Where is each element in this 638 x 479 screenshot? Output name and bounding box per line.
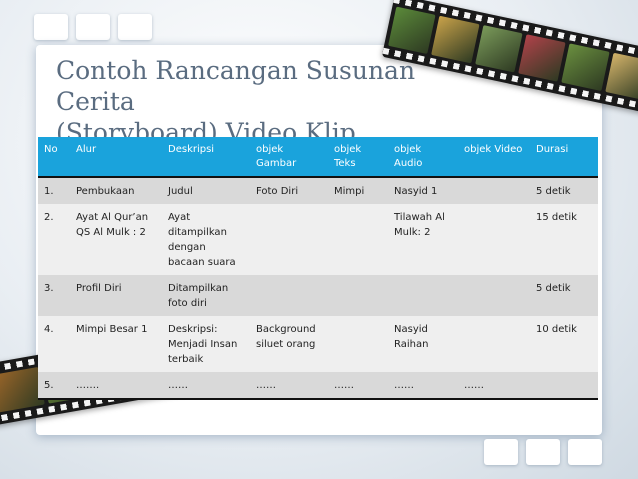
decor-square [568, 439, 602, 465]
table-cell: …… [458, 372, 530, 400]
table-cell: Ayat ditampilkan dengan bacaan suara [162, 204, 250, 275]
table-cell [328, 275, 388, 316]
table-cell: …… [250, 372, 328, 400]
slide-title-line-1: Contoh Rancangan Susunan Cerita [56, 56, 416, 116]
film-photo-thumbnail [518, 34, 566, 82]
column-header-objek-teks: objek Teks [328, 137, 388, 178]
table-cell [458, 177, 530, 204]
table-cell: Nasyid 1 [388, 177, 458, 204]
decor-square [484, 439, 518, 465]
table-row: 3. Profil Diri Ditampilkan foto diri 5 d… [38, 275, 598, 316]
table-cell: 5 detik [530, 275, 598, 316]
table-cell [250, 275, 328, 316]
table-cell: Foto Diri [250, 177, 328, 204]
decor-square [526, 439, 560, 465]
table-cell [458, 204, 530, 275]
table-row: 5. ……. …… …… …… …… …… [38, 372, 598, 400]
table-cell: 4. [38, 316, 70, 372]
table-cell [530, 372, 598, 400]
table-cell: Mimpi [328, 177, 388, 204]
table-cell: Pembukaan [70, 177, 162, 204]
storyboard-table: No Alur Deskripsi objek Gambar objek Tek… [38, 137, 598, 400]
table-cell: …… [388, 372, 458, 400]
table-cell [388, 275, 458, 316]
table-cell: 3. [38, 275, 70, 316]
column-header-no: No [38, 137, 70, 178]
table-cell: Tilawah Al Mulk: 2 [388, 204, 458, 275]
table-row: 2. Ayat Al Qur’an QS Al Mulk : 2 Ayat di… [38, 204, 598, 275]
table-cell: 2. [38, 204, 70, 275]
table-cell [328, 204, 388, 275]
table-cell: 1. [38, 177, 70, 204]
table-cell: Profil Diri [70, 275, 162, 316]
film-photo-thumbnail [604, 52, 638, 101]
table-cell: …… [328, 372, 388, 400]
table-cell: Mimpi Besar 1 [70, 316, 162, 372]
decor-square [76, 14, 110, 40]
table-header-row: No Alur Deskripsi objek Gambar objek Tek… [38, 137, 598, 178]
table-cell: 10 detik [530, 316, 598, 372]
table-cell: 5. [38, 372, 70, 400]
column-header-objek-gambar: objek Gambar [250, 137, 328, 178]
column-header-alur: Alur [70, 137, 162, 178]
table-row: 4. Mimpi Besar 1 Deskripsi: Menjadi Insa… [38, 316, 598, 372]
table-cell: Ditampilkan foto diri [162, 275, 250, 316]
decor-square [34, 14, 68, 40]
table-cell [458, 316, 530, 372]
table-cell: 5 detik [530, 177, 598, 204]
table-cell: Deskripsi: Menjadi Insan terbaik [162, 316, 250, 372]
column-header-durasi: Durasi [530, 137, 598, 178]
column-header-objek-audio: objek Audio [388, 137, 458, 178]
film-photo-thumbnail [388, 6, 436, 55]
bottom-decoration-tabs [484, 439, 602, 465]
table-cell: Background siluet orang [250, 316, 328, 372]
column-header-objek-video: objek Video [458, 137, 530, 178]
table-cell [328, 316, 388, 372]
top-decoration-tabs [34, 14, 152, 40]
film-photo-thumbnail [561, 43, 610, 91]
table-cell [250, 204, 328, 275]
table-cell: …… [162, 372, 250, 400]
slide-title: Contoh Rancangan Susunan Cerita (Storybo… [56, 55, 496, 148]
column-header-deskripsi: Deskripsi [162, 137, 250, 178]
table-cell: Nasyid Raihan [388, 316, 458, 372]
table-row: 1. Pembukaan Judul Foto Diri Mimpi Nasyi… [38, 177, 598, 204]
table-cell [458, 275, 530, 316]
table-cell: Ayat Al Qur’an QS Al Mulk : 2 [70, 204, 162, 275]
table-cell: 15 detik [530, 204, 598, 275]
table-cell: Judul [162, 177, 250, 204]
table-cell: ……. [70, 372, 162, 400]
decor-square [118, 14, 152, 40]
